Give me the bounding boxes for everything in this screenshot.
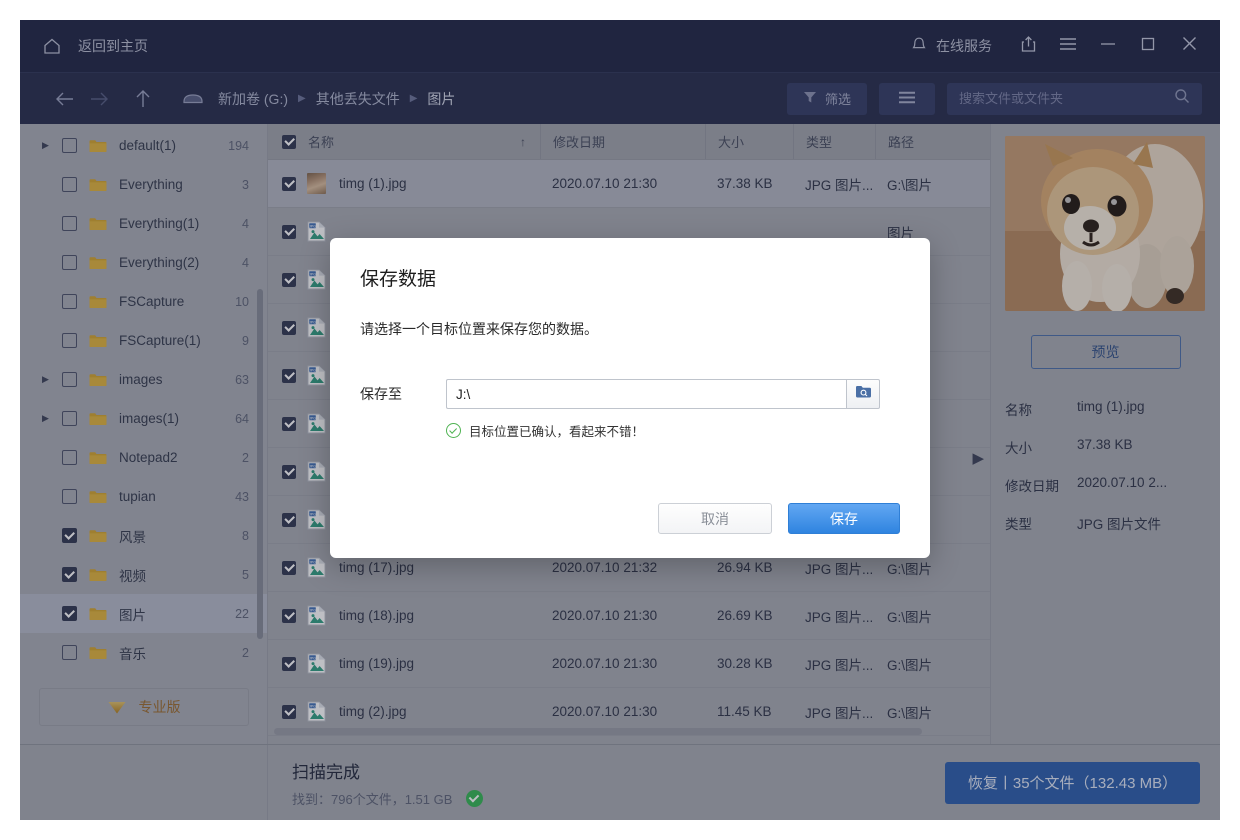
cancel-button-label: 取消: [701, 509, 729, 529]
path-validation-text: 目标位置已确认，看起来不错！: [469, 421, 644, 440]
success-check-icon: [446, 423, 461, 438]
browse-folder-button[interactable]: [846, 379, 880, 409]
save-button[interactable]: 保存: [788, 503, 900, 534]
dialog-title: 保存数据: [360, 264, 900, 291]
dialog-description: 请选择一个目标位置来保存您的数据。: [360, 319, 900, 339]
save-path-label: 保存至: [360, 384, 446, 404]
folder-browse-icon: [855, 384, 872, 404]
dialog-actions: 取消 保存: [658, 503, 900, 534]
app-window: 返回到主页 在线服务: [20, 20, 1220, 820]
cancel-button[interactable]: 取消: [658, 503, 772, 534]
save-path-field-row: 保存至: [360, 379, 900, 409]
path-validation-hint: 目标位置已确认，看起来不错！: [446, 421, 900, 440]
save-button-label: 保存: [830, 509, 858, 529]
save-data-dialog: 保存数据 请选择一个目标位置来保存您的数据。 保存至 目标位置已确认，看起来不错…: [330, 238, 930, 558]
save-path-input[interactable]: [446, 379, 846, 409]
